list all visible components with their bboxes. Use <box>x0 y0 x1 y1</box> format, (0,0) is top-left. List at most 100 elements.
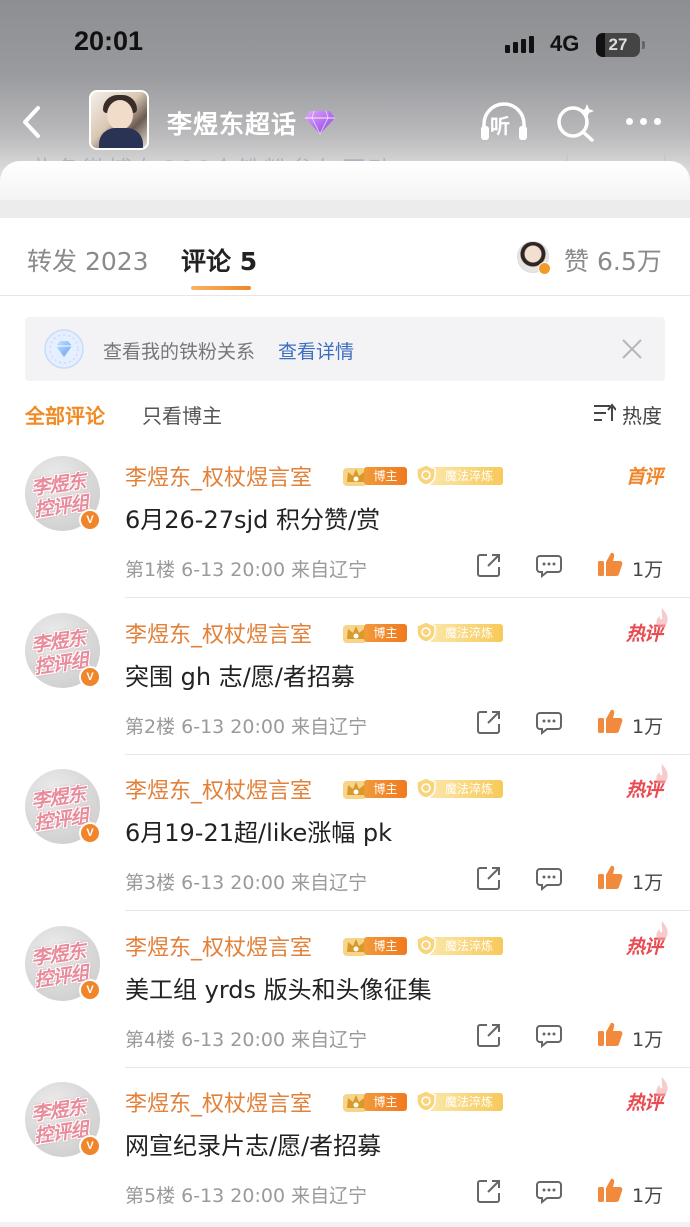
comment-icon[interactable] <box>536 1024 562 1048</box>
comment-item: 李煜东 控评组 V 李煜东_权杖煜言室 博主 魔法淬炼 首评 6月26-27sj… <box>0 442 690 598</box>
topic-avatar[interactable] <box>89 90 149 150</box>
blogger-badge-label: 博主 <box>364 937 407 955</box>
back-button[interactable] <box>16 102 50 142</box>
comment-text[interactable]: 美工组 yrds 版头和头像征集 <box>125 970 432 1005</box>
share-icon[interactable] <box>476 1022 502 1048</box>
magic-badge: 魔法淬炼 <box>415 1090 503 1112</box>
comment-text[interactable]: 网宣纪录片志/愿/者招募 <box>125 1126 381 1161</box>
comment-meta: 第2楼 6-13 20:00 来自辽宁 <box>125 712 367 739</box>
like-count: 1万 <box>632 716 664 738</box>
thumbs-up-icon[interactable] <box>596 707 624 735</box>
filter-all-comments[interactable]: 全部评论 <box>25 400 105 429</box>
chevron-left-icon <box>23 106 40 138</box>
thumbs-up-icon[interactable] <box>596 1020 624 1048</box>
top-nav: 李煜东超话 听 <box>0 88 690 154</box>
thumbs-up-icon[interactable] <box>596 863 624 891</box>
magic-badge: 魔法淬炼 <box>415 777 503 799</box>
thumbs-up-icon[interactable] <box>596 1176 624 1204</box>
tab-comment-count: 5 <box>239 247 258 276</box>
comment-tag: 首评 <box>625 466 663 488</box>
comment-time: 6-13 20:00 <box>181 1029 286 1051</box>
fan-banner-text: 查看我的铁粉关系 <box>103 341 256 363</box>
comment-username[interactable]: 李煜东_权杖煜言室 <box>125 773 312 805</box>
fan-banner-link[interactable]: 查看详情 <box>278 337 354 364</box>
magic-badge: 魔法淬炼 <box>415 621 503 643</box>
comment-text[interactable]: 突围 gh 志/愿/者招募 <box>125 657 355 692</box>
sheet-top <box>0 161 690 201</box>
verified-badge: V <box>79 509 101 531</box>
comment-meta: 第1楼 6-13 20:00 来自辽宁 <box>125 555 367 582</box>
comment-username[interactable]: 李煜东_权杖煜言室 <box>125 930 312 962</box>
like-avatar[interactable] <box>517 241 551 275</box>
magic-badge-label: 魔法淬炼 <box>429 780 503 798</box>
tab-bar: 转发 2023 评论 5 赞 6.5万 <box>0 218 690 296</box>
comment-floor: 第4楼 <box>125 1029 176 1051</box>
fan-relation-banner: 查看我的铁粉关系 查看详情 <box>25 317 665 381</box>
tab-comment[interactable]: 评论 5 <box>181 242 257 278</box>
comment-username[interactable]: 李煜东_权杖煜言室 <box>125 1086 312 1118</box>
search-sparkle-icon <box>557 104 594 142</box>
blogger-badge-label: 博主 <box>364 467 407 485</box>
comment-tag: 热评 <box>626 1077 668 1115</box>
more-button[interactable] <box>622 112 666 132</box>
comment-floor: 第1楼 <box>125 559 176 581</box>
comment-icon[interactable] <box>536 711 562 735</box>
share-icon[interactable] <box>476 1178 502 1204</box>
comment-username[interactable]: 李煜东_权杖煜言室 <box>125 617 312 649</box>
verified-badge: V <box>79 822 101 844</box>
tab-forward[interactable]: 转发 2023 <box>27 242 149 278</box>
tab-like[interactable]: 赞 6.5万 <box>564 242 662 278</box>
like-count: 1万 <box>632 559 664 581</box>
comment-item: 李煜东 控评组 V 李煜东_权杖煜言室 博主 魔法淬炼 热评 突围 gh 志/愿… <box>0 599 690 755</box>
comment-item: 李煜东 控评组 V 李煜东_权杖煜言室 博主 魔法淬炼 热评 6月19-21超/… <box>0 755 690 911</box>
blogger-badge-label: 博主 <box>364 1093 407 1111</box>
page-title[interactable]: 李煜东超话 <box>167 105 297 141</box>
diamond-badge-icon <box>44 329 84 369</box>
comment-time: 6-13 20:00 <box>181 716 286 738</box>
sort-label[interactable]: 热度 <box>622 400 662 429</box>
divider <box>125 597 690 598</box>
comment-item: 李煜东 控评组 V 李煜东_权杖煜言室 博主 魔法淬炼 热评 美工组 yrds … <box>0 912 690 1068</box>
share-icon[interactable] <box>476 552 502 578</box>
comment-icon[interactable] <box>536 867 562 891</box>
comment-icon[interactable] <box>536 554 562 578</box>
blogger-badge: 博主 <box>342 777 408 799</box>
magic-badge-label: 魔法淬炼 <box>429 1093 503 1111</box>
share-icon[interactable] <box>476 709 502 735</box>
comment-time: 6-13 20:00 <box>181 872 286 894</box>
magic-badge-label: 魔法淬炼 <box>429 624 503 642</box>
sheet-gap <box>0 200 690 218</box>
thumbs-up-icon[interactable] <box>596 550 624 578</box>
like-count: 1万 <box>632 1029 664 1051</box>
tab-forward-count: 2023 <box>84 247 149 276</box>
status-bar: 20:01 4G 27 <box>0 0 690 90</box>
comment-location: 来自辽宁 <box>291 872 368 894</box>
comment-floor: 第2楼 <box>125 716 176 738</box>
comment-tag: 热评 <box>626 608 668 646</box>
tab-forward-label: 转发 <box>27 247 78 276</box>
filter-blogger-only[interactable]: 只看博主 <box>142 400 222 429</box>
comment-meta: 第4楼 6-13 20:00 来自辽宁 <box>125 1025 367 1052</box>
sort-icon[interactable] <box>592 403 616 423</box>
comment-text[interactable]: 6月19-21超/like涨幅 pk <box>125 813 392 848</box>
search-button[interactable] <box>554 100 598 144</box>
comment-text[interactable]: 6月26-27sjd 积分赞/赏 <box>125 500 380 535</box>
listen-button[interactable]: 听 <box>478 100 530 144</box>
flame-icon <box>656 1077 668 1097</box>
battery-icon: 27 <box>596 33 645 57</box>
battery-level: 27 <box>608 35 628 54</box>
comment-tag: 热评 <box>626 921 668 959</box>
share-icon[interactable] <box>476 865 502 891</box>
level-shield-icon <box>416 1090 436 1112</box>
comment-location: 来自辽宁 <box>291 716 368 738</box>
like-count: 1万 <box>632 872 664 894</box>
tab-like-label: 赞 <box>564 247 590 276</box>
comment-username[interactable]: 李煜东_权杖煜言室 <box>125 460 312 492</box>
comment-icon[interactable] <box>536 1180 562 1204</box>
close-icon[interactable] <box>621 338 643 360</box>
like-count: 1万 <box>632 1185 664 1207</box>
blogger-badge: 博主 <box>342 464 408 486</box>
flame-icon <box>656 764 668 784</box>
comment-location: 来自辽宁 <box>291 1185 368 1207</box>
level-shield-icon <box>416 621 436 643</box>
